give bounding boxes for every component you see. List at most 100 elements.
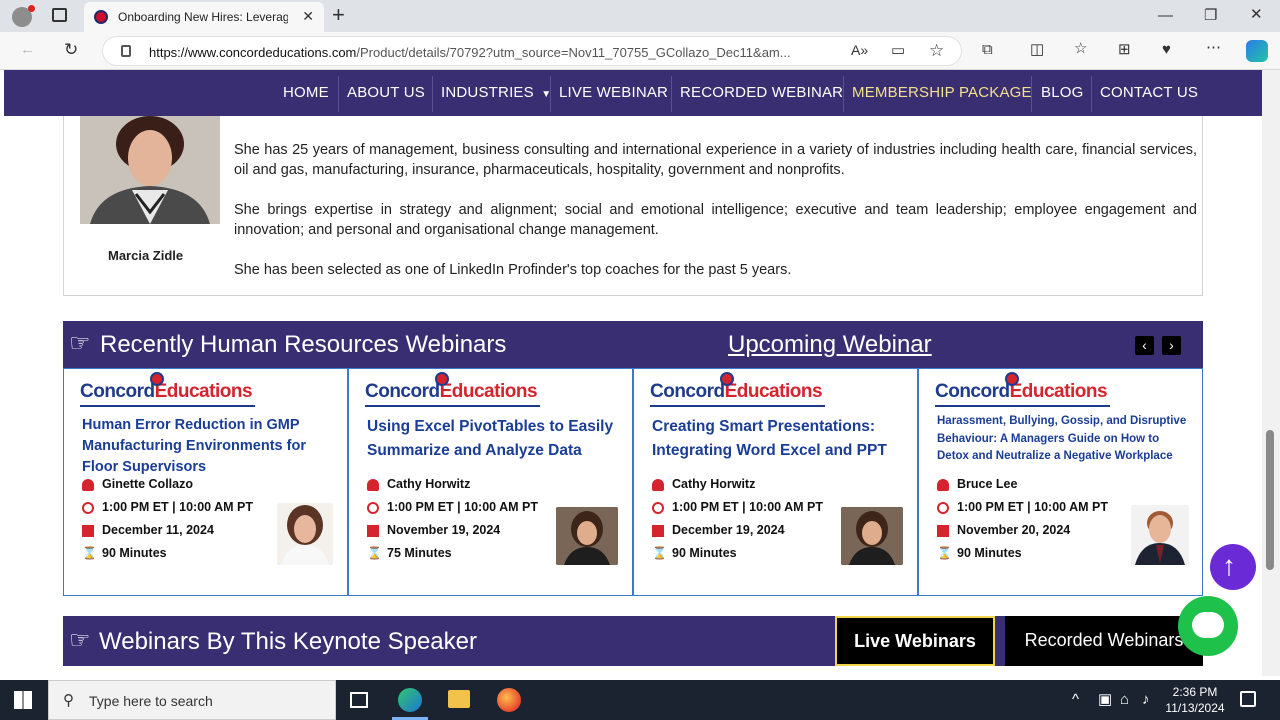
nav-about-us[interactable]: ABOUT US: [347, 84, 425, 101]
scroll-to-top-button[interactable]: ↑: [1210, 544, 1256, 590]
lock-icon[interactable]: [121, 45, 131, 57]
chat-button[interactable]: [1178, 596, 1238, 656]
task-view-icon[interactable]: [350, 692, 368, 708]
carousel-next-button[interactable]: ›: [1162, 336, 1181, 355]
scrollbar-thumb[interactable]: [1266, 430, 1274, 570]
tab-recorded-webinars[interactable]: Recorded Webinars: [1005, 616, 1203, 666]
new-tab-button[interactable]: +: [332, 4, 345, 26]
nav-live-webinar[interactable]: LIVE WEBINAR: [559, 84, 668, 101]
hourglass-icon: ⌛: [367, 546, 382, 560]
close-window-icon[interactable]: ✕: [1250, 7, 1263, 22]
webinar-card[interactable]: ConcordEducations Harassment, Bullying, …: [918, 368, 1203, 596]
speaker-icon: [652, 479, 664, 491]
notification-dot-icon: [28, 5, 35, 12]
nav-recorded-webinar[interactable]: RECORDED WEBINAR: [680, 84, 843, 101]
tab-actions-icon[interactable]: [52, 8, 67, 22]
taskbar-search[interactable]: ⚲ Type here to search: [48, 680, 336, 720]
favorites-icon[interactable]: ☆: [1074, 41, 1087, 56]
wifi-icon[interactable]: ⌂: [1120, 692, 1129, 707]
nav-blog[interactable]: BLOG: [1041, 84, 1083, 101]
logo-emblem-icon: [435, 372, 449, 386]
recent-webinars-heading: Recently Human Resources Webinars: [100, 331, 507, 358]
carousel-prev-button[interactable]: ‹: [1135, 336, 1154, 355]
clock-time: 2:36 PM: [1172, 685, 1218, 699]
nav-divider: [432, 76, 433, 112]
webinar-duration: 90 Minutes: [672, 546, 737, 560]
logo-emblem-icon: [1005, 372, 1019, 386]
active-tab[interactable]: Onboarding New Hires: Leverage ✕: [84, 2, 324, 32]
nav-membership-package[interactable]: MEMBERSHIP PACKAGE: [852, 84, 1032, 101]
url-text[interactable]: https://www.concordeducations.com/Produc…: [149, 45, 791, 60]
webinar-card[interactable]: ConcordEducations Human Error Reduction …: [63, 368, 348, 596]
hourglass-icon: ⌛: [937, 546, 952, 560]
taskbar-clock[interactable]: 2:36 PM 11/13/2024: [1160, 684, 1230, 716]
favorite-star-icon[interactable]: ☆: [929, 42, 944, 59]
address-bar[interactable]: https://www.concordeducations.com/Produc…: [102, 36, 962, 66]
refresh-icon[interactable]: ↻: [64, 41, 78, 58]
firefox-icon[interactable]: [497, 688, 521, 712]
chat-icon: [1192, 612, 1224, 638]
notifications-icon[interactable]: [1240, 691, 1256, 707]
nav-industries[interactable]: INDUSTRIES ▼: [441, 84, 551, 101]
webinar-card[interactable]: ConcordEducations Creating Smart Present…: [633, 368, 918, 596]
concord-logo: ConcordEducations: [935, 381, 1108, 402]
webinar-card[interactable]: ConcordEducations Using Excel PivotTable…: [348, 368, 633, 596]
calendar-icon: [367, 525, 379, 537]
read-aloud-icon[interactable]: A»: [851, 43, 868, 57]
restore-icon[interactable]: ❐: [1204, 8, 1217, 23]
taskbar-search-placeholder: Type here to search: [89, 693, 213, 709]
webinar-duration: 90 Minutes: [102, 546, 167, 560]
webinar-title[interactable]: Harassment, Bullying, Gossip, and Disrup…: [937, 413, 1187, 466]
logo-underline: [80, 405, 255, 407]
extensions-icon[interactable]: ⧉: [982, 42, 993, 57]
webinar-title[interactable]: Using Excel PivotTables to Easily Summar…: [367, 415, 622, 463]
logo-emblem-icon: [720, 372, 734, 386]
nav-divider: [550, 76, 551, 112]
webinar-title[interactable]: Human Error Reduction in GMP Manufacturi…: [82, 415, 337, 478]
webinar-time: 1:00 PM ET | 10:00 AM PT: [672, 500, 823, 514]
file-explorer-icon[interactable]: [448, 690, 470, 708]
web-page: HOME ABOUT US INDUSTRIES ▼ LIVE WEBINAR …: [4, 70, 1262, 676]
speaker-photo: [1131, 505, 1189, 565]
upcoming-webinar-link[interactable]: Upcoming Webinar: [728, 331, 932, 359]
webinar-title[interactable]: Creating Smart Presentations: Integratin…: [652, 415, 907, 463]
windows-start-icon[interactable]: [14, 691, 32, 709]
back-icon[interactable]: ←: [20, 42, 35, 57]
speaker-photo: [556, 507, 618, 565]
collections-icon[interactable]: ⊞: [1118, 42, 1131, 57]
copilot-icon[interactable]: [1246, 40, 1268, 62]
tab-live-webinars[interactable]: Live Webinars: [835, 616, 995, 666]
split-screen-icon[interactable]: ◫: [1030, 42, 1044, 57]
webinar-date: November 19, 2024: [387, 523, 501, 537]
performance-icon[interactable]: ♥: [1162, 42, 1171, 57]
concord-logo: ConcordEducations: [365, 381, 538, 402]
nav-divider: [338, 76, 339, 112]
windows-taskbar: ⚲ Type here to search ^ ▣ ⌂ ♪ 2:36 PM 11…: [0, 680, 1280, 720]
nav-home[interactable]: HOME: [283, 84, 329, 101]
calendar-icon: [82, 525, 94, 537]
clock-icon: [937, 502, 949, 514]
close-tab-icon[interactable]: ✕: [302, 8, 314, 25]
bio-paragraph: She has 25 years of management, business…: [234, 142, 1197, 178]
calendar-icon: [937, 525, 949, 537]
edge-browser-icon[interactable]: [398, 688, 422, 712]
arrow-up-icon: ↑: [1222, 550, 1236, 581]
nav-divider: [1091, 76, 1092, 112]
more-menu-icon[interactable]: ⋯: [1206, 40, 1221, 55]
webinar-time: 1:00 PM ET | 10:00 AM PT: [102, 500, 253, 514]
network-icon[interactable]: ▣: [1098, 692, 1112, 707]
hourglass-icon: ⌛: [82, 546, 97, 560]
volume-icon[interactable]: ♪: [1142, 692, 1150, 707]
keynote-webinars-heading: Webinars By This Keynote Speaker: [99, 628, 477, 655]
page-scrollbar[interactable]: [1262, 70, 1280, 676]
speaker-icon: [367, 479, 379, 491]
tray-chevron-icon[interactable]: ^: [1072, 692, 1079, 707]
minimize-icon[interactable]: —: [1158, 8, 1173, 23]
webinar-speaker: Cathy Horwitz: [672, 477, 756, 491]
nav-contact-us[interactable]: CONTACT US: [1100, 84, 1198, 101]
immersive-reader-icon[interactable]: ▭: [891, 43, 905, 58]
speaker-icon: [937, 479, 949, 491]
keynote-webinars-header: ☞ Webinars By This Keynote Speaker Live …: [63, 616, 1203, 666]
nav-divider: [1031, 76, 1032, 112]
main-navigation: HOME ABOUT US INDUSTRIES ▼ LIVE WEBINAR …: [4, 70, 1262, 116]
